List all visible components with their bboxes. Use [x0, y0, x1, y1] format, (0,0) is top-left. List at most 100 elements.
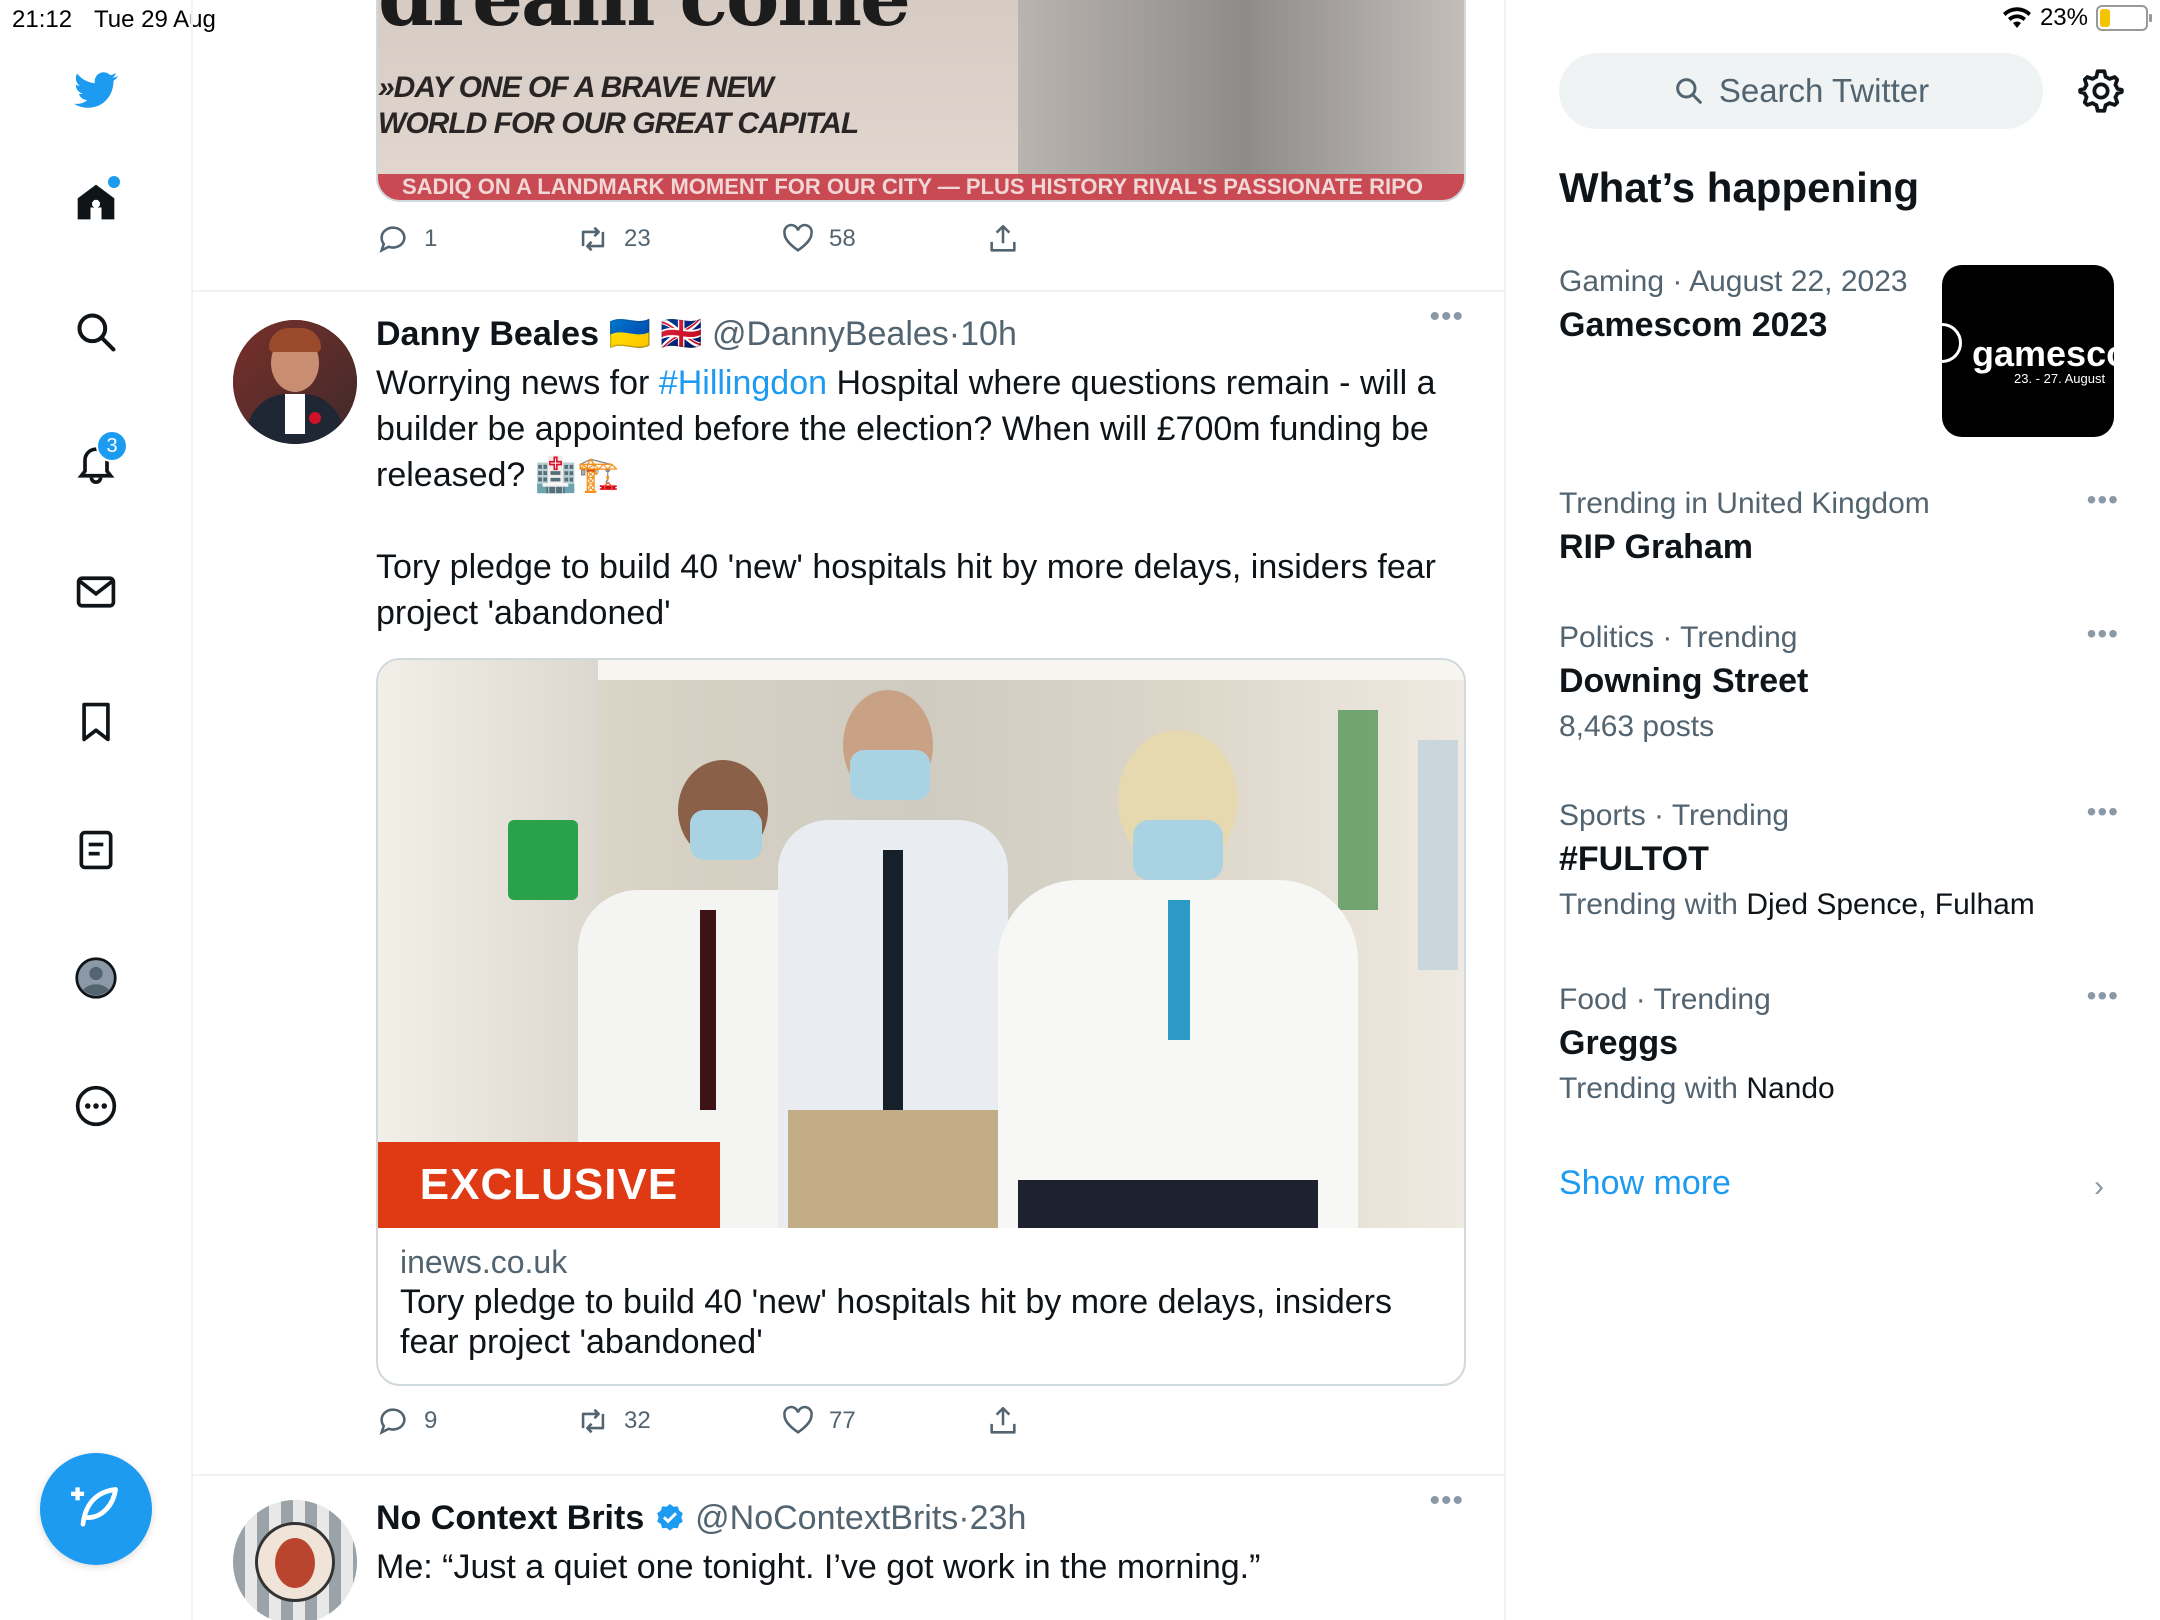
like-button[interactable]: 77 [781, 1404, 986, 1438]
newspaper-image[interactable]: dream come »DAY ONE OF A BRAVE NEW WORLD… [376, 0, 1466, 202]
card-title: Tory pledge to build 40 'new' hospitals … [400, 1283, 1392, 1361]
newspaper-line1: »DAY ONE OF A BRAVE NEW [378, 71, 774, 104]
trend-item-greggs[interactable]: Food · Trending Greggs Trending with Nan… [1559, 980, 2119, 1112]
tweet-actions: 1 23 58 [376, 222, 1020, 256]
author-handle[interactable]: @DannyBeales [712, 315, 949, 353]
tweet-no-context-brits[interactable]: No Context Brits @NoContextBrits·23h Me:… [193, 1476, 1504, 1620]
like-count: 58 [829, 225, 856, 252]
reply-button[interactable]: 9 [376, 1404, 576, 1438]
reply-count: 1 [424, 225, 438, 252]
right-sidebar: Search Twitter What’s happening Gaming ·… [1506, 0, 2160, 1620]
gamescom-thumbnail[interactable]: gamescom 23. - 27. August [1942, 265, 2114, 437]
retweet-icon [581, 226, 605, 252]
card-domain: inews.co.uk [400, 1244, 568, 1280]
search-twitter-input[interactable]: Search Twitter [1559, 53, 2043, 129]
search-icon [1676, 78, 1702, 104]
verified-badge-icon [656, 1504, 683, 1531]
timeline-feed: dream come »DAY ONE OF A BRAVE NEW WORLD… [193, 0, 1506, 1620]
heart-icon [783, 223, 813, 252]
like-count: 77 [829, 1407, 856, 1434]
settings-gear-icon[interactable] [2076, 66, 2126, 116]
author-name[interactable]: Danny Beales [376, 315, 599, 353]
reply-icon [379, 226, 406, 253]
exclusive-badge: EXCLUSIVE [378, 1142, 720, 1228]
compose-feather-icon [71, 1487, 118, 1527]
trend-related: Trending with Nando [1559, 1072, 1835, 1105]
retweet-icon [581, 1408, 605, 1434]
left-nav: 3 [0, 0, 193, 1620]
tweet-time[interactable]: 23h [970, 1499, 1027, 1537]
trend-item-gamescom[interactable]: Gaming · August 22, 2023 Gamescom 2023 [1559, 262, 1919, 348]
trend-title: RIP Graham [1559, 528, 1754, 566]
trend-category: Gaming [1559, 265, 1665, 298]
trend-more-icon[interactable]: ••• [2087, 796, 2119, 828]
avatar-danny-beales[interactable] [233, 320, 357, 444]
retweet-button[interactable]: 23 [576, 222, 781, 256]
heart-icon [783, 1405, 813, 1434]
share-button[interactable] [986, 222, 1020, 256]
avatar-no-context-brits[interactable] [233, 1500, 357, 1620]
trend-category: Sports · Trending [1559, 799, 1790, 832]
tweet-header: No Context Brits @NoContextBrits·23h [376, 1499, 1027, 1537]
more-circle-icon[interactable] [66, 1076, 126, 1136]
trend-date: August 22, 2023 [1689, 265, 1908, 298]
tweet-more-icon[interactable]: ••• [1429, 300, 1464, 334]
twitter-logo-icon[interactable] [66, 60, 126, 120]
tweet-text: Worrying news for #Hillingdon Hospital w… [376, 360, 1466, 636]
trend-title: #FULTOT [1559, 840, 1709, 878]
retweet-count: 23 [624, 225, 651, 252]
retweet-button[interactable]: 32 [576, 1404, 781, 1438]
gamescom-dates: 23. - 27. August [2014, 371, 2106, 386]
newspaper-strip: SADIQ ON A LANDMARK MOMENT FOR OUR CITY … [378, 174, 1464, 200]
search-icon[interactable] [66, 302, 126, 362]
like-button[interactable]: 58 [781, 222, 986, 256]
show-more-link[interactable]: Show more [1559, 1164, 1731, 1203]
trend-category: Trending in United Kingdom [1559, 487, 1930, 520]
share-icon [990, 1406, 1016, 1434]
trend-more-icon[interactable]: ••• [2087, 484, 2119, 516]
tweet-time[interactable]: 10h [960, 315, 1017, 353]
trend-more-icon[interactable]: ••• [2087, 980, 2119, 1012]
hashtag-link[interactable]: #Hillingdon [659, 364, 827, 402]
trend-item-downing-street[interactable]: Politics · Trending Downing Street 8,463… [1559, 618, 2119, 750]
reply-button[interactable]: 1 [376, 222, 576, 256]
card-meta: inews.co.uk Tory pledge to build 40 'new… [378, 1228, 1464, 1376]
reply-count: 9 [424, 1407, 438, 1434]
tweet-header: Danny Beales 🇺🇦 🇬🇧 @DannyBeales·10h [376, 315, 1017, 353]
home-unread-dot [108, 176, 120, 188]
link-card[interactable]: EXCLUSIVE inews.co.uk Tory pledge to bui… [376, 658, 1466, 1386]
gamescom-logo-text: gamescom [1972, 333, 2114, 374]
tweet-danny-beales[interactable]: Danny Beales 🇺🇦 🇬🇧 @DannyBeales·10h Worr… [193, 292, 1504, 1476]
share-icon [990, 224, 1016, 252]
tweet-actions: 9 32 77 [376, 1404, 1020, 1438]
trend-title: Greggs [1559, 1024, 1679, 1062]
share-button[interactable] [986, 1404, 1020, 1438]
whats-happening-title: What’s happening [1559, 164, 1920, 211]
tweet-body: No Context Brits @NoContextBrits·23h Me:… [376, 1496, 1466, 1590]
lists-icon[interactable] [66, 820, 126, 880]
search-placeholder: Search Twitter [1718, 72, 1930, 109]
notifications-bell-icon[interactable]: 3 [66, 430, 128, 492]
compose-tweet-button[interactable] [40, 1453, 152, 1565]
trend-more-icon[interactable]: ••• [2087, 618, 2119, 650]
trend-item-rip-graham[interactable]: Trending in United Kingdom RIP Graham ••… [1559, 484, 2119, 570]
trend-category: Food · Trending [1559, 983, 1771, 1016]
trend-item-fultot[interactable]: Sports · Trending #FULTOT Trending with … [1559, 796, 2119, 928]
author-name[interactable]: No Context Brits [376, 1499, 644, 1537]
author-handle[interactable]: @NoContextBrits [695, 1499, 958, 1537]
reply-icon [379, 1408, 406, 1435]
retweet-count: 32 [624, 1407, 651, 1434]
chevron-right-icon[interactable]: › [2094, 1170, 2104, 1204]
bookmark-icon[interactable] [66, 692, 126, 752]
trend-title: Gamescom 2023 [1559, 306, 1828, 344]
trend-post-count: 8,463 posts [1559, 710, 1715, 743]
tweet-partial[interactable]: dream come »DAY ONE OF A BRAVE NEW WORLD… [193, 0, 1504, 292]
mail-icon[interactable] [66, 562, 126, 622]
trend-title: Downing Street [1559, 662, 1809, 700]
trend-related: Trending with Djed Spence, Fulham [1559, 888, 2035, 921]
card-image: EXCLUSIVE [378, 660, 1464, 1228]
profile-icon[interactable] [66, 948, 126, 1008]
home-icon[interactable] [66, 172, 126, 232]
tweet-more-icon[interactable]: ••• [1429, 1484, 1464, 1518]
tweet-body: Danny Beales 🇺🇦 🇬🇧 @DannyBeales·10h Worr… [376, 312, 1466, 636]
